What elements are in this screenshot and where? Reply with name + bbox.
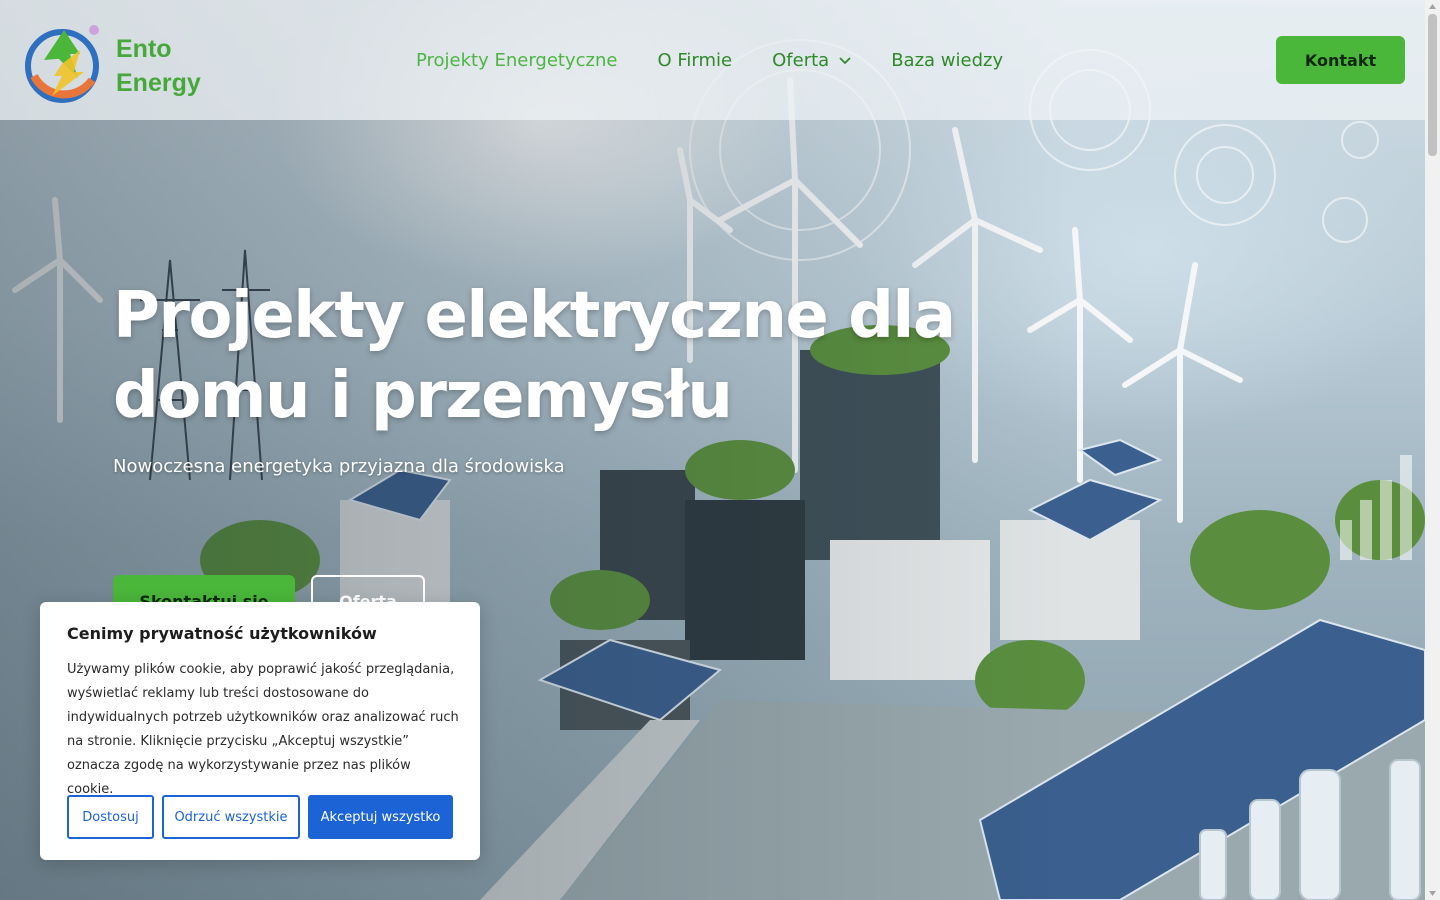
logo-text: Ento Energy xyxy=(116,32,201,100)
nav-item-label: O Firmie xyxy=(657,49,733,71)
hero-title: Projekty elektryczne dla domu i przemysł… xyxy=(113,276,993,436)
main-nav: Projekty Energetyczne O Firmie Oferta Ba… xyxy=(416,46,1003,74)
site-header: Ento Energy Projekty Energetyczne O Firm… xyxy=(0,0,1425,120)
cookie-title: Cenimy prywatność użytkowników xyxy=(67,624,377,643)
logo-text-line2: Energy xyxy=(116,69,201,97)
nav-item-label: Projekty Energetyczne xyxy=(416,49,618,71)
scrollbar-thumb[interactable] xyxy=(1428,14,1437,156)
nav-item-o-firmie[interactable]: O Firmie xyxy=(657,46,732,74)
hero-subtitle: Nowoczesna energetyka przyjazna dla środ… xyxy=(113,456,565,477)
page-scrollbar[interactable] xyxy=(1425,0,1440,900)
nav-item-label: Baza wiedzy xyxy=(891,49,1004,71)
logo[interactable]: Ento Energy xyxy=(22,18,207,106)
hero-title-line1: Projekty elektryczne dla xyxy=(113,279,956,353)
scroll-down-arrow-icon[interactable] xyxy=(1428,889,1437,898)
cookie-description: Używamy plików cookie, aby poprawić jako… xyxy=(67,662,459,797)
hero-title-line2: domu i przemysłu xyxy=(113,359,733,433)
contact-button[interactable]: Kontakt xyxy=(1276,36,1405,84)
nav-item-oferta[interactable]: Oferta xyxy=(772,46,851,74)
scroll-up-arrow-icon[interactable] xyxy=(1428,2,1437,11)
nav-item-projekty-energetyczne[interactable]: Projekty Energetyczne xyxy=(416,46,617,74)
nav-item-baza-wiedzy[interactable]: Baza wiedzy xyxy=(891,46,1003,74)
cookie-customize-button[interactable]: Dostosuj xyxy=(67,795,154,839)
cookie-reject-all-button[interactable]: Odrzuć wszystkie xyxy=(162,795,300,839)
logo-text-line1: Ento xyxy=(116,35,172,63)
logo-icon xyxy=(25,25,99,103)
nav-item-label: Oferta xyxy=(772,49,830,71)
cookie-consent-banner: Cenimy prywatność użytkowników Używamy p… xyxy=(40,602,480,860)
chevron-down-icon xyxy=(839,57,851,65)
cookie-accept-all-button[interactable]: Akceptuj wszystko xyxy=(308,795,453,839)
